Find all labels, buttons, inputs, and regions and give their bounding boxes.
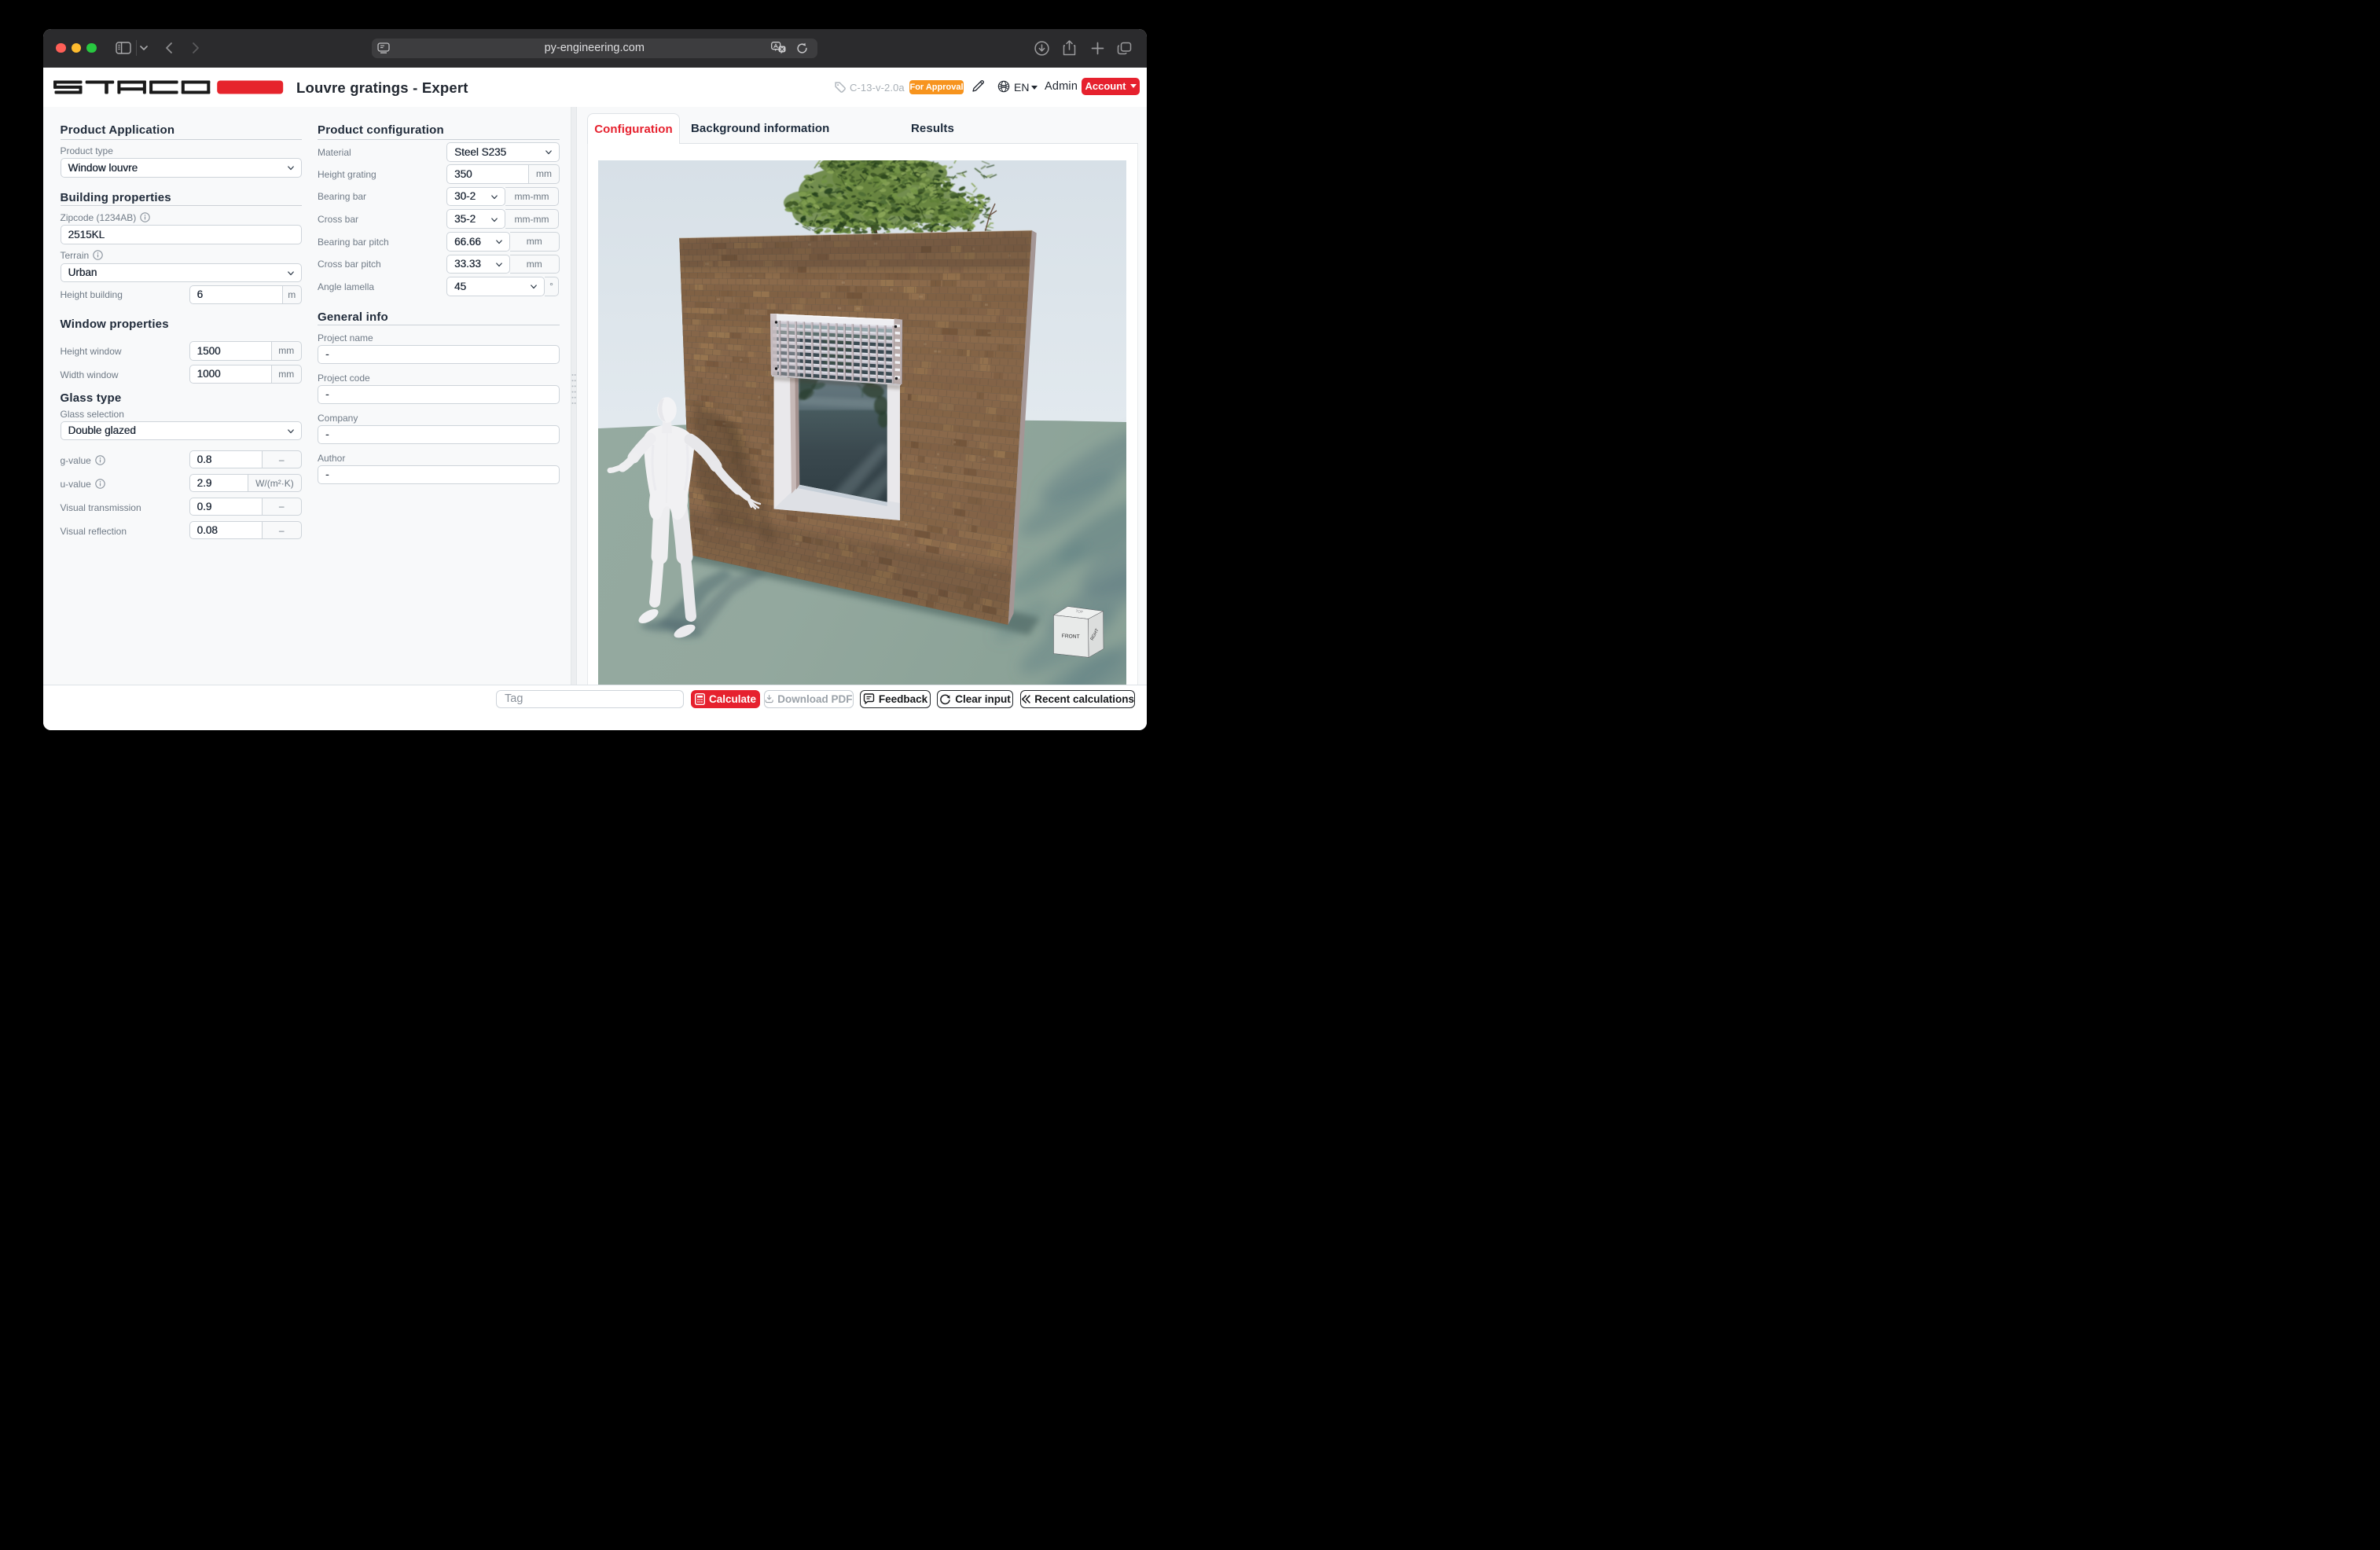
svg-text:FRONT: FRONT — [1061, 634, 1079, 640]
